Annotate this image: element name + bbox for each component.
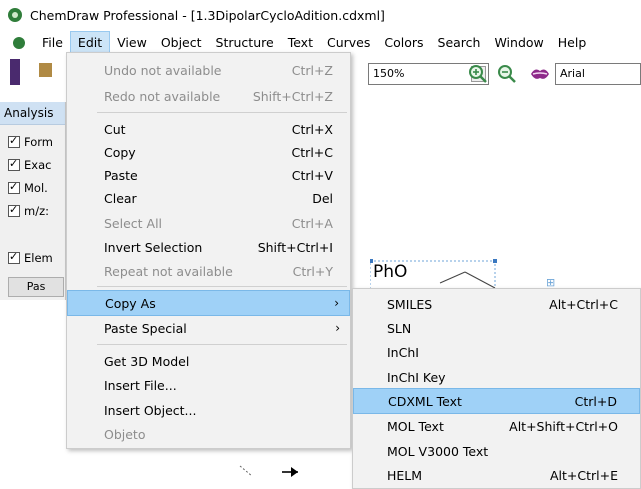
menu-window[interactable]: Window [487, 31, 550, 55]
open-folder-icon[interactable] [39, 63, 52, 77]
chemdraw-app-icon [8, 8, 22, 22]
submenu-item-mol-text[interactable]: MOL Text Alt+Shift+Ctrl+O [353, 413, 640, 439]
mz-checkbox[interactable] [8, 203, 20, 217]
menu-colors[interactable]: Colors [377, 31, 430, 55]
menu-separator [97, 344, 347, 345]
menu-help[interactable]: Help [551, 31, 594, 55]
analysis-panel: Analysis Form Exac Mol. m/z: Elem Pas [0, 102, 66, 300]
menu-separator [97, 286, 347, 287]
mol-weight-label: Mol. [24, 181, 48, 195]
show-stereochemistry-icon[interactable] [529, 65, 551, 83]
submenu-item-helm[interactable]: HELM Alt+Ctrl+E [353, 462, 640, 488]
menu-item-invert-selection[interactable]: Invert Selection Shift+Ctrl+I [67, 234, 350, 260]
submenu-item-mol-v3000-text[interactable]: MOL V3000 Text [353, 438, 640, 464]
copy-as-submenu: SMILES Alt+Ctrl+C SLN InChI InChI Key CD… [352, 288, 641, 489]
submenu-item-inchi-key[interactable]: InChI Key [353, 364, 640, 390]
submenu-item-cdxml-text[interactable]: CDXML Text Ctrl+D [353, 388, 640, 414]
menu-item-repeat[interactable]: Repeat not available Ctrl+Y [67, 258, 350, 284]
menu-file[interactable]: File [35, 31, 70, 55]
system-menu-icon[interactable] [13, 37, 25, 49]
analysis-row-elemental[interactable]: Elem [8, 250, 53, 265]
analysis-row-mol-weight[interactable]: Mol. [8, 180, 48, 195]
analysis-panel-title: Analysis [0, 102, 65, 125]
window-title: ChemDraw Professional - [1.3DipolarCyclo… [30, 7, 385, 23]
mol-weight-checkbox[interactable] [8, 180, 20, 194]
analysis-row-mz[interactable]: m/z: [8, 203, 49, 218]
menu-item-redo[interactable]: Redo not available Shift+Ctrl+Z [67, 83, 350, 109]
exact-mass-label: Exac [24, 158, 52, 172]
submenu-item-sln[interactable]: SLN [353, 315, 640, 341]
analysis-row-formula[interactable]: Form [8, 134, 53, 149]
analysis-row-exact-mass[interactable]: Exac [8, 157, 52, 172]
title-bar: ChemDraw Professional - [1.3DipolarCyclo… [0, 0, 641, 30]
paste-button[interactable]: Pas [8, 277, 64, 297]
menu-item-objeto[interactable]: Objeto [67, 421, 350, 447]
elemental-label: Elem [24, 251, 53, 265]
new-document-icon[interactable] [10, 59, 20, 85]
edit-menu-dropdown: Undo not available Ctrl+Z Redo not avail… [66, 52, 351, 449]
menu-search[interactable]: Search [431, 31, 488, 55]
formula-label: Form [24, 135, 53, 149]
font-value: Arial [560, 67, 585, 80]
formula-checkbox[interactable] [8, 134, 20, 148]
zoom-in-icon[interactable] [468, 64, 488, 84]
font-select[interactable]: Arial [555, 63, 641, 85]
submenu-item-inchi[interactable]: InChI [353, 339, 640, 365]
menu-item-undo[interactable]: Undo not available Ctrl+Z [67, 57, 350, 83]
elemental-checkbox[interactable] [8, 250, 20, 264]
chevron-right-icon: › [334, 296, 339, 310]
zoom-out-icon[interactable] [497, 64, 517, 84]
submenu-item-smiles[interactable]: SMILES Alt+Ctrl+C [353, 291, 640, 317]
zoom-value: 150% [373, 67, 405, 80]
menu-item-insert-file[interactable]: Insert File... [67, 372, 350, 398]
menu-item-copy-as[interactable]: Copy As › [67, 290, 350, 316]
menu-item-get-3d-model[interactable]: Get 3D Model [67, 348, 350, 374]
exact-mass-checkbox[interactable] [8, 157, 20, 171]
mz-label: m/z: [24, 204, 49, 218]
menu-item-paste-special[interactable]: Paste Special › [67, 315, 350, 341]
reaction-arrow-icon [239, 465, 298, 477]
chevron-right-icon: › [335, 321, 340, 335]
menu-item-insert-object[interactable]: Insert Object... [67, 397, 350, 423]
menu-separator [97, 112, 347, 113]
menu-item-select-all[interactable]: Select All Ctrl+A [67, 210, 350, 236]
menu-item-clear[interactable]: Clear Del [67, 185, 350, 211]
